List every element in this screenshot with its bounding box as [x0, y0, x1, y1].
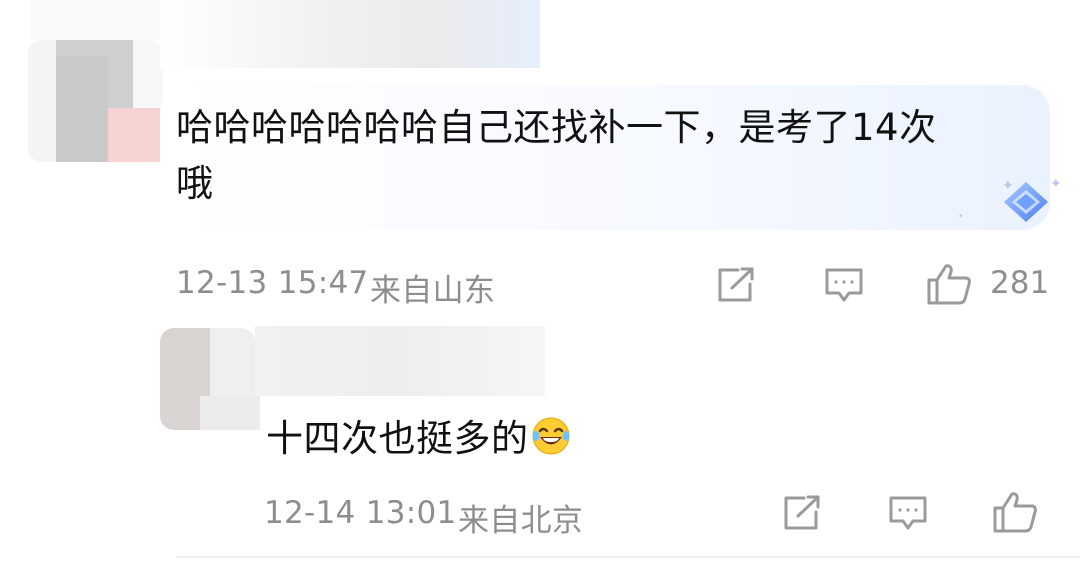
- username-blurred[interactable]: [255, 326, 545, 396]
- divider: [176, 556, 1080, 558]
- comment-location: 来自山东: [370, 273, 496, 309]
- reply-time: 12-14 13:01: [264, 495, 457, 531]
- reply-location: 来自北京: [458, 503, 584, 539]
- laughing-emoji-icon: [531, 416, 571, 465]
- reply-text-content: 十四次也挺多的: [266, 417, 529, 460]
- username-blurred[interactable]: [160, 0, 540, 68]
- comment-icon[interactable]: [824, 266, 864, 306]
- badge-icon: [996, 178, 1056, 230]
- like-icon[interactable]: [926, 262, 972, 306]
- avatar-blur-tile: [108, 108, 163, 162]
- avatar-blur-tile: [56, 56, 108, 162]
- like-count: 281: [990, 265, 1050, 301]
- comment-text: 哈哈哈哈哈哈哈自己还找补一下，是考了14次 哦: [176, 100, 1036, 212]
- reply-text: 十四次也挺多的: [266, 408, 571, 465]
- share-icon[interactable]: [782, 494, 822, 532]
- comment-time: 12-13 15:47: [176, 265, 369, 301]
- comment-text-line-1: 哈哈哈哈哈哈哈自己还找补一下，是考了14次: [176, 106, 937, 149]
- comment-icon[interactable]: [888, 494, 928, 534]
- comment-text-line-2: 哦: [176, 162, 214, 205]
- share-icon[interactable]: [716, 266, 756, 304]
- sparkle-icon: •: [958, 212, 964, 222]
- username-blur-extra: [200, 396, 260, 430]
- username-blur-top: [30, 0, 160, 40]
- like-icon[interactable]: [992, 490, 1038, 534]
